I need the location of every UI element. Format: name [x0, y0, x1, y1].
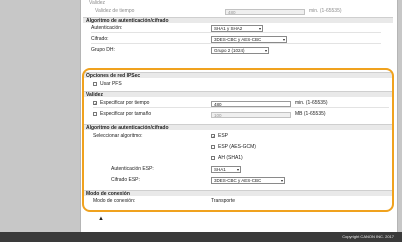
pfs-row: Usar PFS	[93, 81, 293, 88]
chevron-down-icon: ▾	[258, 26, 261, 31]
select-algorithm-row: Seleccionar algoritmo: ✓ ESP	[93, 133, 229, 139]
auth-top-auth-select[interactable]: SHA1 y SHA2 ▾	[211, 25, 263, 32]
by-time-row: ✓ Especificar por tiempo 480 min. (1-655…	[93, 100, 389, 108]
chevron-down-icon: ▾	[280, 178, 283, 183]
validity-section-title: Validez	[83, 91, 393, 98]
scroll-to-top-icon[interactable]: ▲	[98, 216, 104, 222]
esp-auth-select[interactable]: SHA1 ▾	[211, 166, 241, 173]
esp-gcm-checkbox[interactable]	[211, 145, 215, 149]
chevron-down-icon: ▾	[264, 48, 267, 53]
auth-top-auth-row: Autenticación: SHA1 y SHA2 ▾	[91, 25, 381, 33]
chevron-down-icon: ▾	[282, 37, 285, 42]
auth-top-cipher-select[interactable]: 3DES-CBC y AES-CBC ▾	[211, 36, 287, 43]
by-size-row: Especificar por tamaño 100 MB (1-65535)	[93, 111, 389, 118]
copyright-text: Copyright CANON INC. 2017	[342, 234, 394, 239]
ah-row: AH (SHA1)	[93, 155, 389, 162]
esp-cipher-row: Cifrado ESP: 3DES-CBC y AES-CBC ▾	[111, 177, 285, 184]
auth-top-section-title: Algoritmo de autenticación/cifrado	[83, 17, 393, 24]
pfs-checkbox[interactable]	[93, 82, 97, 86]
esp-checkbox[interactable]: ✓	[211, 134, 215, 139]
ah-checkbox[interactable]	[211, 156, 215, 160]
auth-top-dh-row: Grupo DH: Grupo 2 (1024) ▾	[91, 47, 269, 54]
chevron-down-icon: ▾	[236, 167, 239, 172]
esp-auth-row: Autenticación ESP: SHA1 ▾	[111, 166, 241, 173]
faded-section-label: Validez	[89, 0, 106, 6]
by-time-checkbox[interactable]: ✓	[93, 101, 97, 106]
auth-section-title: Algoritmo de autenticación/cifrado	[83, 124, 393, 131]
by-size-checkbox[interactable]	[93, 112, 97, 116]
by-size-input: 100	[211, 112, 291, 118]
auth-top-dh-select[interactable]: Grupo 2 (1024) ▾	[211, 47, 269, 54]
faded-validity-input: 480	[225, 9, 305, 15]
mode-row: Modo de conexión: Transporte	[93, 198, 235, 204]
esp-cipher-select[interactable]: 3DES-CBC y AES-CBC ▾	[211, 177, 285, 184]
by-time-input[interactable]: 480	[211, 101, 291, 107]
esp-gcm-row: ESP (AES-GCM)	[93, 144, 389, 151]
mode-section-title: Modo de conexión	[83, 190, 393, 197]
footer: Copyright CANON INC. 2017	[0, 232, 402, 242]
settings-page: Validez Validez de tiempo 480 min. (1-65…	[80, 0, 398, 232]
auth-top-cipher-row: Cifrado: 3DES-CBC y AES-CBC ▾	[91, 36, 381, 44]
ipsec-section-title: Opciones de red IPSec	[83, 72, 393, 79]
faded-validity-row: Validez de tiempo 480 min. (1-65535)	[95, 8, 342, 15]
